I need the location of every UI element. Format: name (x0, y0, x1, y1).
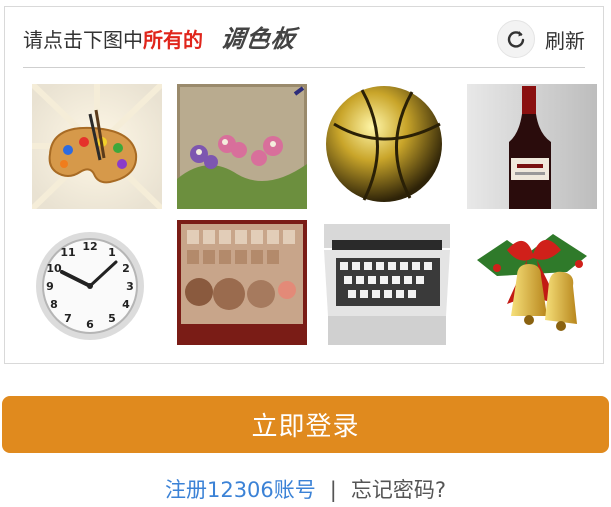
svg-text:3: 3 (126, 280, 134, 293)
typewriter-icon (322, 220, 452, 345)
captcha-tile-christmas-bells[interactable] (467, 220, 597, 345)
svg-text:11: 11 (60, 246, 75, 259)
prompt-keyword: 调色板 (219, 24, 299, 53)
captcha-tile-typewriter[interactable] (322, 220, 452, 345)
wall-clock-icon: 12 12 3 45 6 78 9 10 11 (32, 220, 162, 345)
christmas-bells-icon (467, 220, 597, 345)
svg-text:1: 1 (108, 246, 116, 259)
svg-text:8: 8 (50, 298, 58, 311)
captcha-tile-wine-bottle[interactable] (467, 84, 597, 209)
prompt-prefix: 请点击下图中 (23, 28, 143, 52)
palette-icon (32, 84, 162, 209)
captcha-tile-golden-ball[interactable] (322, 84, 452, 209)
captcha-tile-embroidery[interactable] (177, 84, 307, 209)
refresh-button[interactable]: 刷新 (497, 19, 585, 59)
captcha-tile-paint-box[interactable] (177, 220, 307, 345)
login-button[interactable]: 立即登录 (2, 396, 609, 453)
prompt-highlight: 所有的 (143, 28, 203, 52)
svg-text:12: 12 (82, 240, 97, 253)
footer-links: 注册12306账号 | 忘记密码? (0, 475, 611, 505)
link-separator: | (329, 478, 337, 502)
refresh-icon[interactable] (497, 20, 535, 58)
captcha-header: 请点击下图中所有的 调色板 刷新 (23, 19, 585, 68)
svg-text:6: 6 (86, 318, 94, 331)
register-link[interactable]: 注册12306账号 (165, 478, 316, 502)
captcha-tile-palette[interactable] (32, 84, 162, 209)
golden-ball-icon (322, 84, 452, 209)
captcha-panel: 请点击下图中所有的 调色板 刷新 12 1 2 3 4 5 6 7 8 9 10… (4, 6, 604, 364)
refresh-label: 刷新 (545, 28, 585, 53)
captcha-prompt: 请点击下图中所有的 调色板 (23, 24, 299, 54)
svg-text:5: 5 (108, 312, 116, 325)
captcha-tile-wall-clock[interactable]: 12 1 2 3 45 6 78 9 10 11 (32, 220, 162, 345)
svg-text:7: 7 (64, 312, 72, 325)
captcha-image-grid: 12 1 2 3 45 6 78 9 10 11 (32, 84, 597, 346)
paint-box-icon (177, 220, 307, 345)
wine-bottle-icon (467, 84, 597, 209)
flower-embroidery-icon (177, 84, 307, 209)
svg-text:4: 4 (122, 298, 130, 311)
svg-text:2: 2 (122, 262, 130, 275)
svg-text:9: 9 (46, 280, 54, 293)
forgot-password-link[interactable]: 忘记密码? (351, 478, 446, 502)
svg-text:10: 10 (46, 262, 62, 275)
